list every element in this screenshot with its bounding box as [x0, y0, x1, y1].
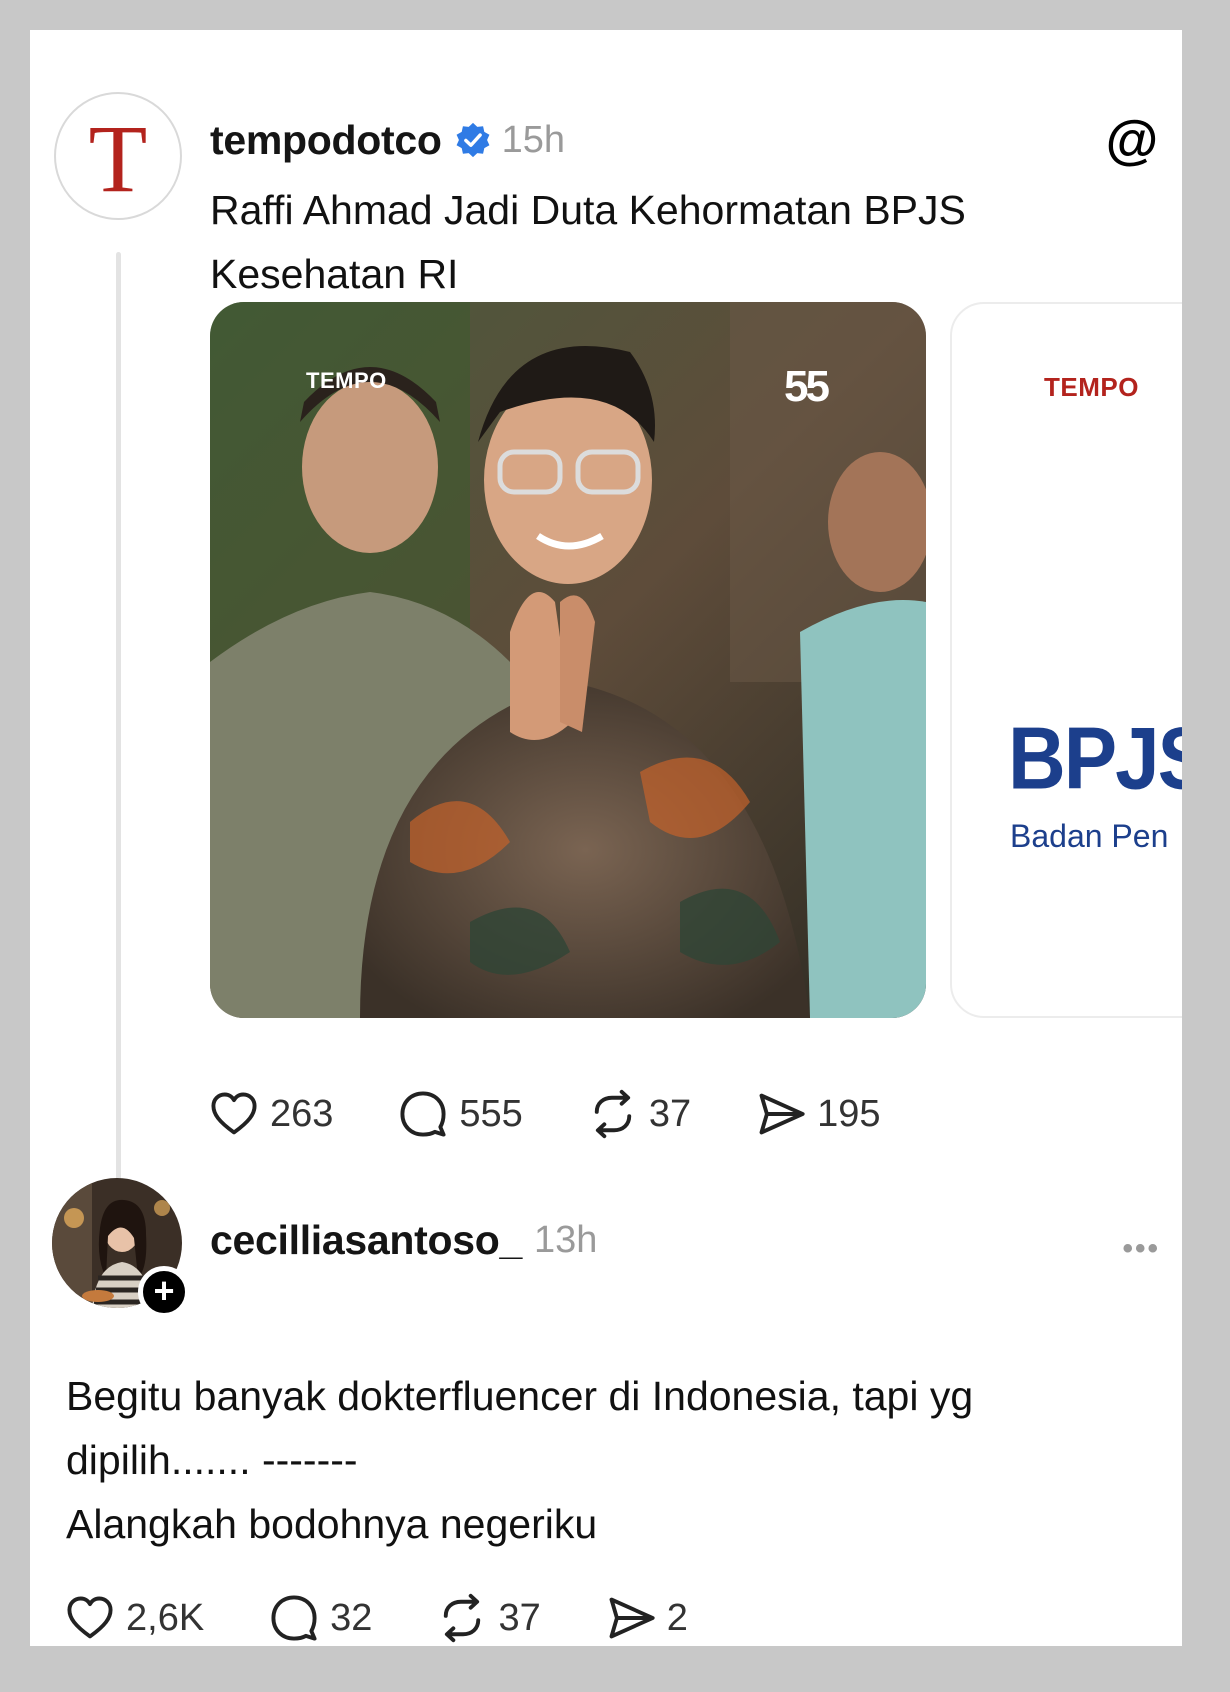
post2-text-line: Alangkah bodohnya negeriku: [66, 1501, 598, 1547]
post1-actions: 263 555 37 195: [208, 1088, 945, 1140]
post1-repost-count: 37: [648, 1092, 692, 1135]
post1-reply-button[interactable]: 555: [397, 1088, 523, 1140]
send-icon: [759, 1093, 805, 1135]
heart-icon: [211, 1092, 257, 1135]
post1-photo[interactable]: TEMPO 55: [210, 302, 926, 1018]
post2-time: 13h: [533, 1218, 598, 1261]
post2-text-line: Begitu banyak dokterfluencer di Indonesi…: [66, 1373, 974, 1483]
follow-plus-button[interactable]: +: [138, 1266, 190, 1318]
heart-icon: [67, 1596, 113, 1639]
post2-username[interactable]: cecilliasantoso_: [210, 1217, 522, 1264]
post1-username[interactable]: tempodotco: [210, 117, 442, 164]
photo-watermark-anniversary: 55: [784, 362, 830, 411]
repost-icon: [594, 1089, 632, 1139]
post2-reply-button[interactable]: 32: [268, 1592, 372, 1644]
post1-like-button[interactable]: 263: [208, 1088, 333, 1140]
post1-reply-count: 555: [459, 1092, 523, 1135]
avatar-letter: T: [88, 105, 148, 212]
post1-header: tempodotco 15h: [210, 112, 565, 168]
verified-badge-icon: [456, 122, 490, 158]
post2-text: Begitu banyak dokterfluencer di Indonesi…: [66, 1364, 1156, 1556]
post2-actions: 2,6K 32 37 2: [64, 1592, 752, 1644]
post2-share-count: 2: [666, 1596, 688, 1639]
repost-icon: [444, 1593, 481, 1643]
thread-connector-line: [116, 252, 121, 1182]
post2-like-button[interactable]: 2,6K: [64, 1592, 204, 1644]
post1-text: Raffi Ahmad Jadi Duta Kehormatan BPJS Ke…: [210, 187, 966, 297]
post1-like-count: 263: [270, 1092, 334, 1135]
post1-repost-button[interactable]: 37: [587, 1088, 691, 1140]
photo-watermark-tempo: TEMPO: [306, 368, 387, 393]
more-options-icon[interactable]: •••: [1122, 1232, 1160, 1266]
post1-share-count: 195: [817, 1092, 881, 1135]
comment-bubble-icon: [271, 1595, 317, 1641]
post1-photo-2[interactable]: TEMPO BPJS Badan Pen: [950, 302, 1182, 1018]
post2-reply-count: 32: [330, 1596, 373, 1639]
photo2-subtitle: Badan Pen: [1010, 818, 1169, 854]
photo2-bpjs-logo: BPJS: [1008, 709, 1182, 807]
plus-icon: +: [153, 1269, 175, 1311]
post2-share-button[interactable]: 2: [605, 1592, 688, 1644]
post1-share-button[interactable]: 195: [755, 1088, 881, 1140]
thread-card: T tempodotco 15h @ Raffi Ahmad Jadi Duta…: [30, 30, 1182, 1646]
post2-repost-count: 37: [498, 1596, 541, 1639]
threads-logo-icon[interactable]: @: [1106, 113, 1159, 167]
comment-bubble-icon: [400, 1091, 446, 1137]
photo2-tempo-logo: TEMPO: [1044, 372, 1139, 402]
tempodotco-avatar[interactable]: T: [54, 92, 182, 220]
post2-like-count: 2,6K: [126, 1596, 205, 1639]
post2-header: cecilliasantoso_ 13h: [210, 1212, 597, 1268]
send-icon: [609, 1597, 655, 1639]
post2-repost-button[interactable]: 37: [436, 1592, 541, 1644]
post1-time: 15h: [501, 118, 565, 161]
